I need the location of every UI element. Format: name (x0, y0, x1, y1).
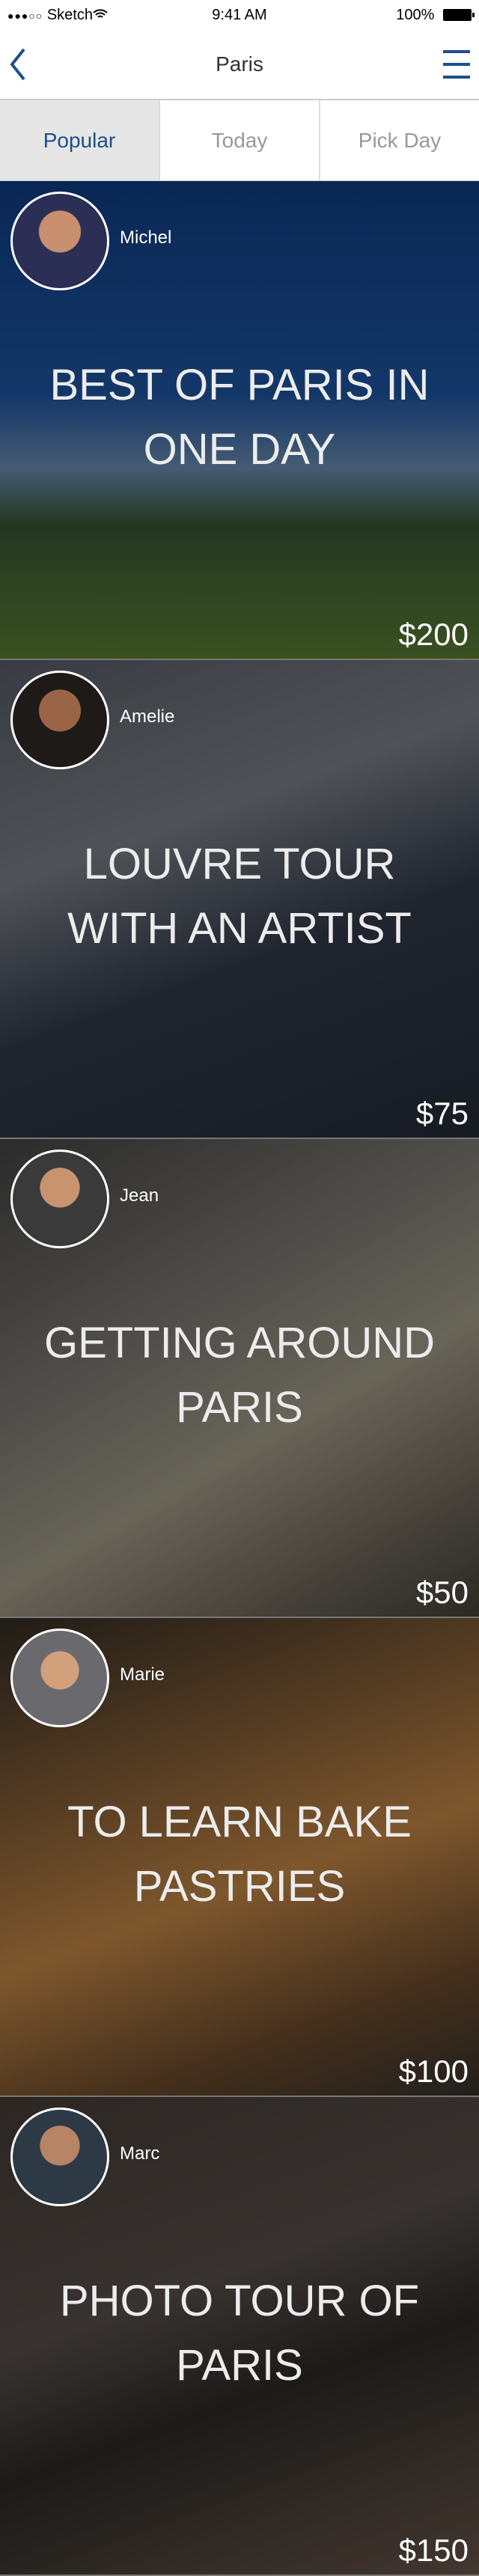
signal-icon: ●●●○○ (7, 9, 43, 22)
nav-bar: Paris (0, 30, 479, 100)
battery-icon (443, 9, 475, 22)
tab-popular[interactable]: Popular (0, 100, 160, 180)
tour-price: $100 (398, 2054, 469, 2089)
tour-price: $200 (398, 617, 469, 652)
host-avatar (10, 671, 109, 769)
host-name: Marc (120, 2143, 160, 2164)
tab-today[interactable]: Today (160, 100, 320, 180)
tour-card[interactable]: Amelie Louvre tour with an artist $75 (0, 660, 479, 1139)
tour-price: $75 (415, 1096, 469, 1131)
battery-label: 100% (396, 6, 435, 23)
status-bar: ●●●○○ Sketch ​ 9:41 AM 100% (0, 0, 479, 30)
tab-bar: Popular Today Pick Day (0, 100, 479, 181)
back-button[interactable] (9, 46, 39, 83)
page-title: Paris (216, 52, 263, 76)
tour-card[interactable]: Michel Best of Paris in one day $200 (0, 181, 479, 660)
menu-button[interactable] (443, 50, 470, 79)
tour-title: Louvre tour with an artist (67, 840, 412, 953)
host-name: Marie (120, 1664, 165, 1685)
host-name: Michel (120, 228, 172, 248)
tour-card[interactable]: Marc Photo tour of Paris $150 (0, 2097, 479, 2576)
tour-title: Getting around Paris (43, 1319, 436, 1432)
host-avatar (10, 1150, 109, 1248)
tour-price: $50 (415, 1575, 469, 1610)
chevron-left-icon (10, 48, 25, 81)
tour-card[interactable]: Marie To learn bake pastries $100 (0, 1618, 479, 2097)
tour-card[interactable]: Jean Getting around Paris $50 (0, 1139, 479, 1618)
tour-title: Best of Paris in one day (49, 361, 430, 474)
host-avatar (10, 1629, 109, 1727)
host-name: Jean (120, 1185, 159, 1206)
tour-title: Photo tour of Paris (59, 2277, 420, 2390)
carrier-label: Sketch (46, 6, 93, 23)
wifi-icon: ​ (93, 7, 108, 23)
tab-pick-day[interactable]: Pick Day (320, 100, 479, 180)
host-avatar (10, 192, 109, 290)
tour-price: $150 (398, 2533, 469, 2568)
tour-list: Michel Best of Paris in one day $200 Ame… (0, 181, 479, 2576)
tour-title: To learn bake pastries (67, 1798, 412, 1911)
hamburger-icon (443, 50, 470, 53)
host-name: Amelie (120, 706, 175, 727)
host-avatar (10, 2108, 109, 2206)
